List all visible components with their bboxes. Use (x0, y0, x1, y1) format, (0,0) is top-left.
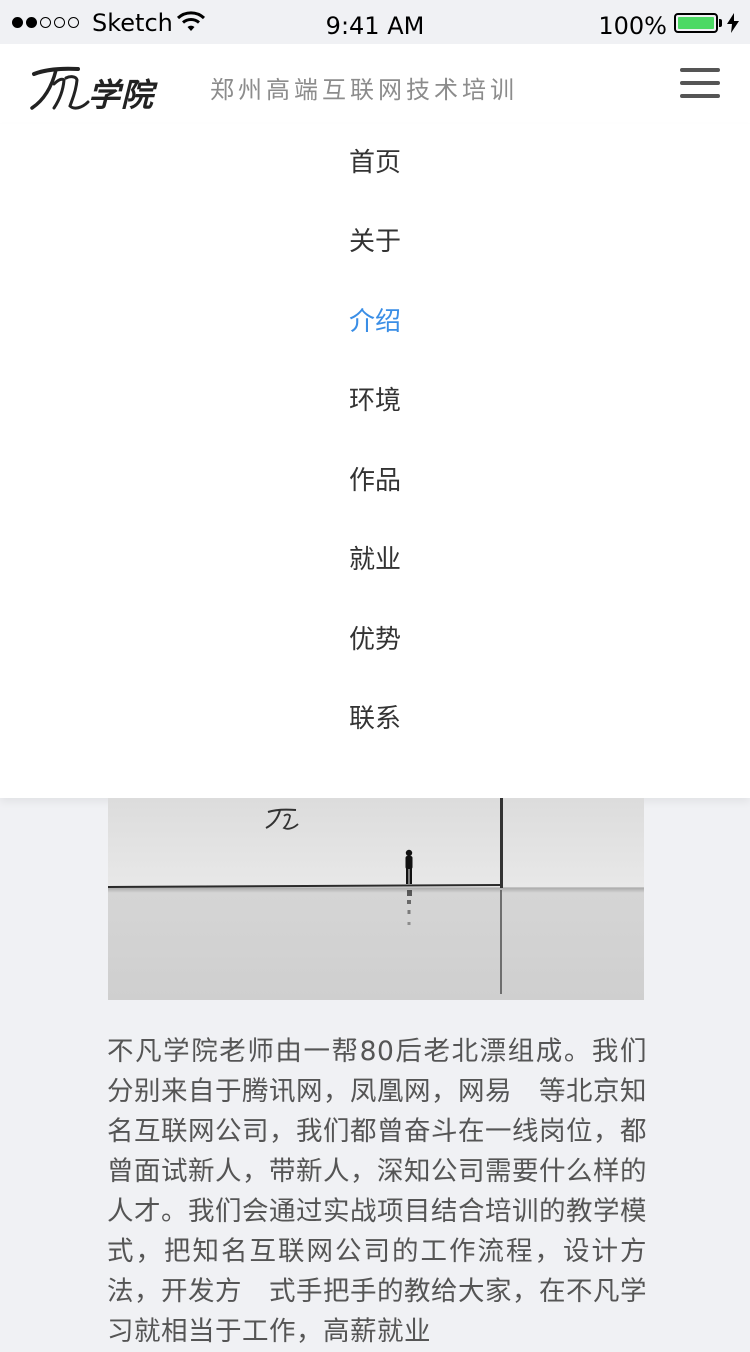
status-bar: Sketch 9:41 AM 100% (0, 0, 750, 44)
nav-item-employment[interactable]: 就业 (0, 540, 750, 580)
nav-item-home[interactable]: 首页 (0, 143, 750, 183)
site-tagline: 郑州高端互联网技术培训 (210, 76, 518, 104)
nav-dropdown: 首页 关于 介绍 环境 作品 就业 优势 联系 (0, 124, 750, 798)
hero-logo-icon (265, 808, 299, 830)
logo-text: 学院 (88, 76, 155, 114)
battery-tip (719, 19, 722, 27)
site-header: 学院 郑州高端互联网技术培训 (0, 44, 750, 124)
hero-image (108, 798, 644, 1000)
nav-item-about[interactable]: 关于 (0, 222, 750, 262)
battery-icon (674, 13, 718, 33)
nav-item-advantages[interactable]: 优势 (0, 620, 750, 660)
person-silhouette (405, 849, 413, 925)
site-logo[interactable]: 学院 (30, 56, 160, 118)
battery-percent: 100% (598, 12, 667, 40)
charging-icon (727, 13, 739, 37)
hamburger-icon (680, 68, 720, 72)
logo-mark-icon (30, 66, 90, 110)
nav-item-works[interactable]: 作品 (0, 461, 750, 501)
nav-item-intro[interactable]: 介绍 (0, 302, 750, 342)
nav-item-environment[interactable]: 环境 (0, 381, 750, 421)
nav-item-contact[interactable]: 联系 (0, 699, 750, 739)
intro-paragraph: 不凡学院老师由一帮80后老北漂组成。我们分别来自于腾讯网，凤凰网，网易 等北京知… (107, 1036, 647, 1347)
hamburger-menu-button[interactable] (680, 68, 720, 100)
